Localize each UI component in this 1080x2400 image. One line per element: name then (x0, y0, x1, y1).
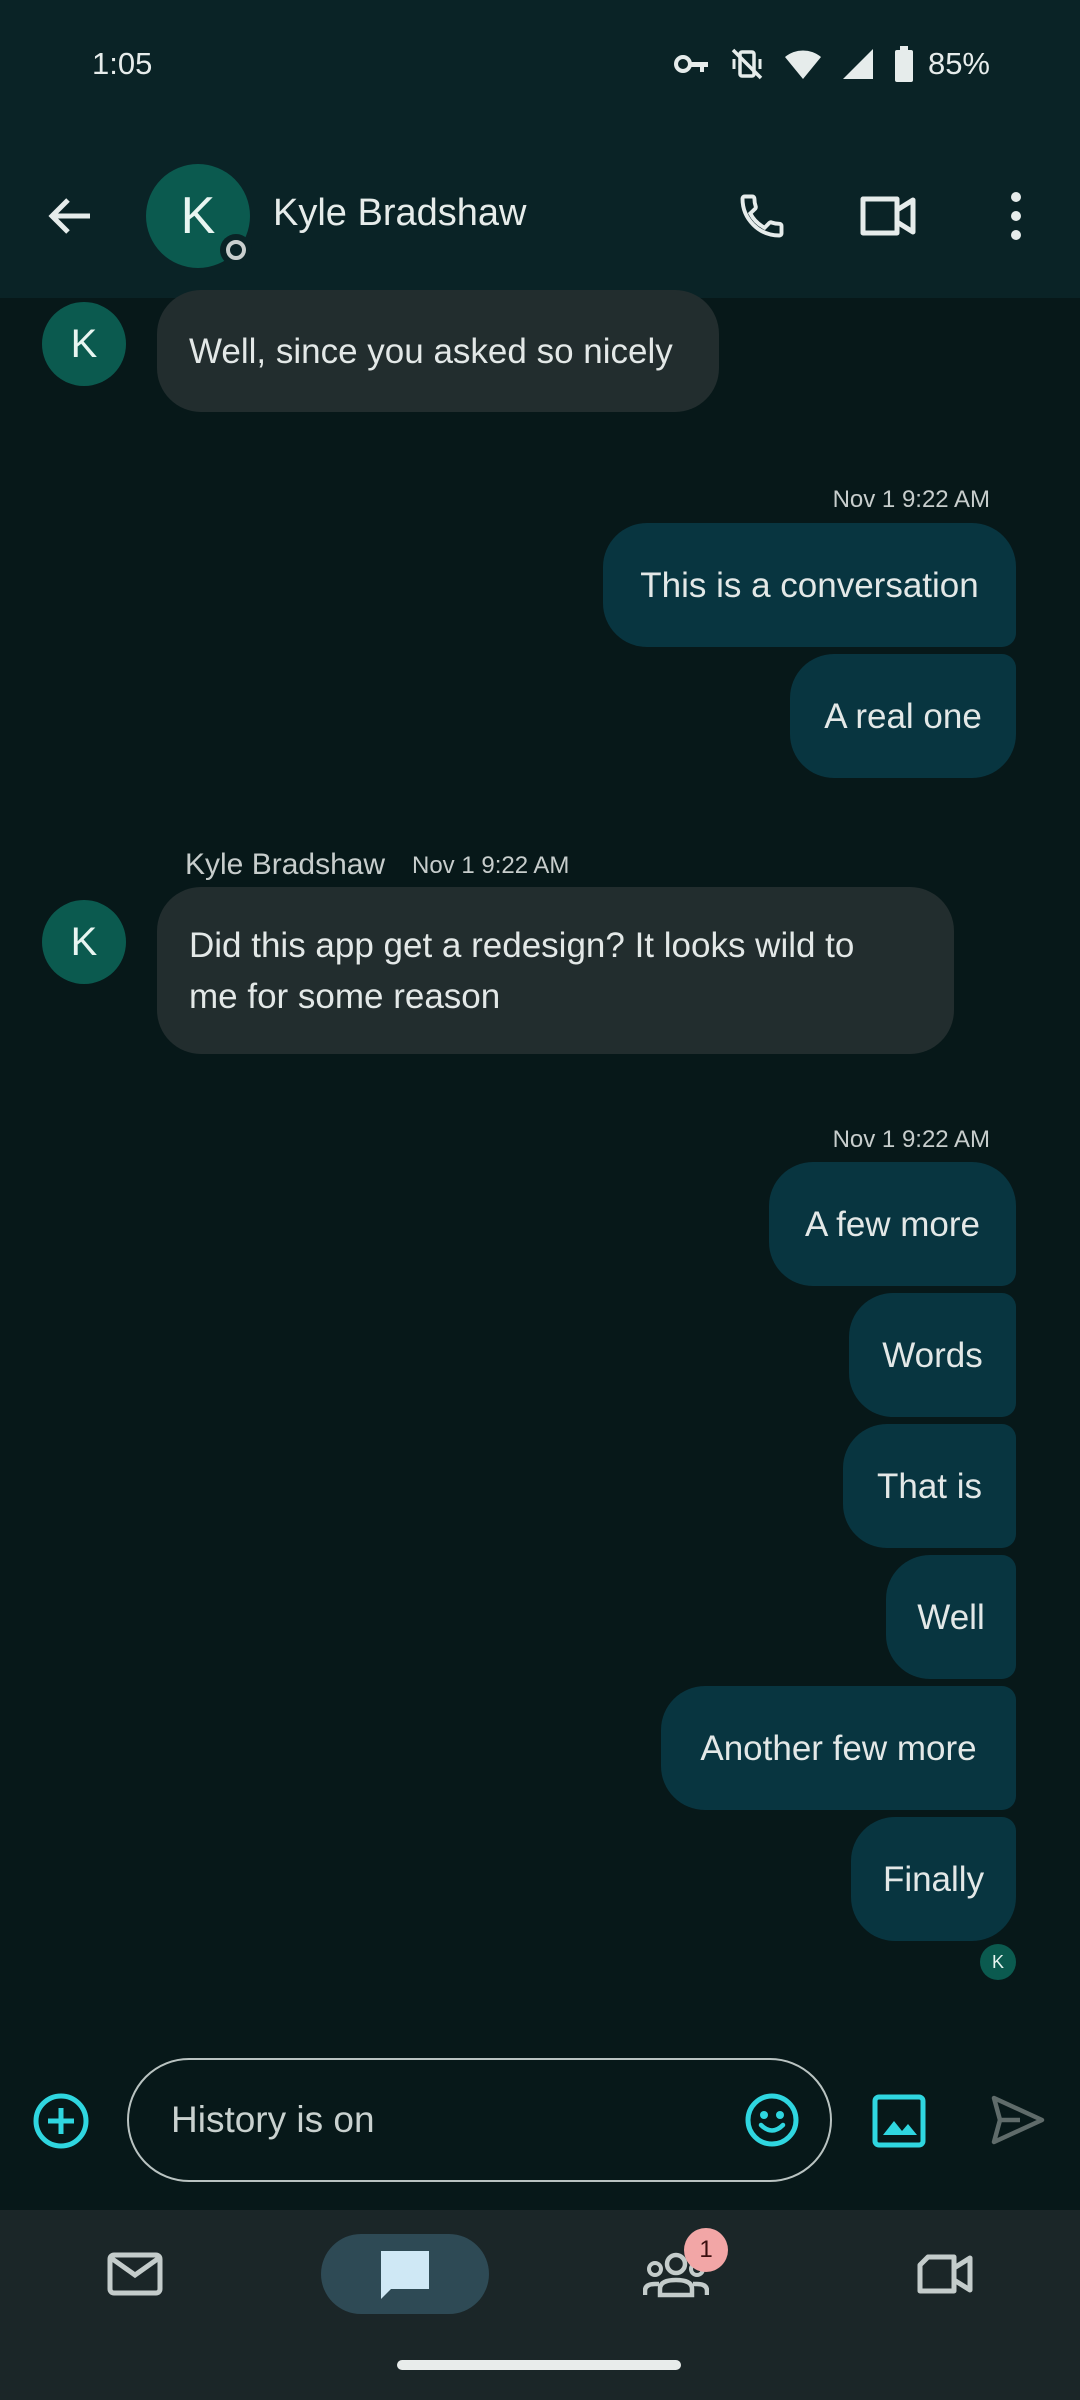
message-text-line-1: Did this app get a redesign? It looks wi… (189, 925, 855, 965)
send-icon (991, 2095, 1045, 2145)
message-text: Well (917, 1597, 985, 1637)
contact-name[interactable]: Kyle Bradshaw (273, 192, 526, 235)
video-call-icon (860, 196, 916, 236)
presence-status-icon (220, 234, 252, 266)
sender-avatar[interactable]: K (42, 900, 126, 984)
meet-icon (917, 2254, 973, 2294)
battery-percent: 85% (927, 46, 990, 81)
wifi-icon (784, 48, 822, 80)
home-indicator[interactable] (397, 2360, 681, 2370)
gallery-button[interactable] (872, 2094, 926, 2148)
phone-call-button[interactable] (732, 186, 792, 246)
status-icons: 85% (673, 44, 990, 84)
message-timestamp: Nov 1 9:22 AM (832, 486, 990, 513)
message-bubble-outgoing[interactable]: A real one (790, 654, 1016, 778)
add-circle-icon (33, 2093, 89, 2149)
message-bubble-incoming[interactable]: Did this app get a redesign? It looks wi… (157, 887, 954, 1054)
message-timestamp: Nov 1 9:22 AM (832, 1126, 990, 1153)
message-text: A few more (804, 1204, 981, 1244)
chat-icon (381, 2251, 429, 2299)
message-bubble-outgoing[interactable]: This is a conversation (603, 523, 1016, 647)
message-text: Words (882, 1335, 983, 1375)
bottom-navigation: 1 (0, 2210, 1080, 2400)
app-bar: K Kyle Bradshaw (0, 160, 1080, 270)
message-timestamp: Nov 1 9:22 AM (412, 852, 570, 879)
signal-icon (842, 48, 874, 80)
battery-icon (894, 46, 914, 82)
message-bubble-outgoing[interactable]: A few more (769, 1162, 1016, 1286)
back-arrow-icon (48, 198, 90, 234)
add-attachment-button[interactable] (32, 2092, 90, 2150)
message-text: Finally (882, 1859, 985, 1899)
message-text: Another few more (700, 1728, 977, 1768)
vpn-key-icon (673, 51, 710, 77)
send-button[interactable] (990, 2092, 1046, 2148)
nav-chat[interactable] (321, 2234, 489, 2314)
vibrate-off-icon (730, 47, 764, 81)
status-time: 1:05 (92, 46, 153, 81)
message-text: A real one (824, 696, 982, 736)
message-bubble-outgoing[interactable]: Words (849, 1293, 1016, 1417)
sender-name: Kyle Bradshaw (185, 848, 386, 881)
more-options-button[interactable] (986, 186, 1046, 246)
message-bubble-outgoing[interactable]: Well (886, 1555, 1016, 1679)
phone-icon (740, 194, 784, 238)
message-text: That is (876, 1466, 983, 1506)
message-text-line-2: me for some reason (189, 976, 501, 1016)
nav-meet[interactable] (900, 2234, 990, 2314)
sender-avatar[interactable]: K (42, 302, 126, 386)
spaces-notification-badge: 1 (684, 2228, 728, 2272)
top-bar: 1:05 85% K Kyle Bradshaw (0, 0, 1080, 298)
image-icon (872, 2094, 926, 2148)
nav-mail[interactable] (88, 2234, 182, 2314)
back-button[interactable] (42, 188, 98, 244)
emoji-icon (745, 2093, 799, 2147)
message-text: Well, since you asked so nicely (189, 331, 673, 371)
message-text: This is a conversation (640, 565, 979, 605)
message-bubble-outgoing[interactable]: Another few more (661, 1686, 1016, 1810)
message-compose-field[interactable] (127, 2058, 832, 2182)
message-bubble-incoming[interactable]: Well, since you asked so nicely (157, 290, 719, 412)
message-input[interactable] (171, 2060, 711, 2180)
message-bubble-outgoing[interactable]: Finally (851, 1817, 1016, 1941)
mail-icon (107, 2252, 163, 2296)
read-receipt-avatar: K (980, 1944, 1016, 1980)
emoji-button[interactable] (744, 2092, 800, 2148)
more-vert-icon (1011, 192, 1021, 240)
video-call-button[interactable] (858, 186, 918, 246)
message-bubble-outgoing[interactable]: That is (843, 1424, 1016, 1548)
